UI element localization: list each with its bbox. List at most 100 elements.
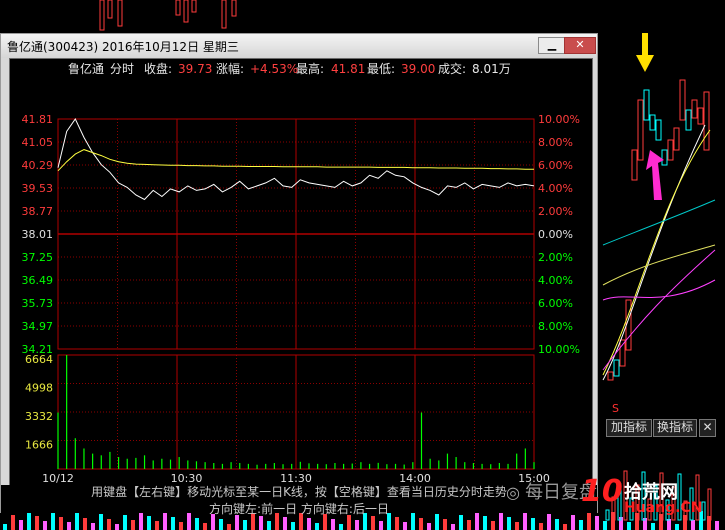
bg-volume-bar <box>627 522 631 530</box>
bg-volume-bar <box>331 519 335 530</box>
dialog-titlebar[interactable]: 鲁亿通(300423) 2016年10月12日 星期三 ▁ ✕ <box>1 34 597 58</box>
bg-volume-bar <box>483 516 487 530</box>
bg-volume-bar <box>563 524 567 530</box>
price-tick-label: 34.97 <box>22 320 54 333</box>
pct-tick-label: 8.00% <box>538 320 573 333</box>
bg-volume-bar <box>339 524 343 530</box>
price-tick-label: 41.81 <box>22 113 54 126</box>
header-high-label: 最高: <box>296 61 324 76</box>
bg-volume-bar <box>59 517 63 530</box>
intraday-chart[interactable]: 鲁亿通 分时 收盘: 39.73 涨幅: +4.53% 最高: 41.81 最低… <box>9 58 593 486</box>
bg-volume-bar <box>11 515 15 530</box>
pct-tick-label: 10.00% <box>538 113 580 126</box>
bg-volume-bar <box>603 521 607 530</box>
bg-volume-bar <box>419 518 423 530</box>
bg-volume-bar <box>179 522 183 530</box>
swap-indicator-button[interactable]: 换指标 <box>653 419 697 437</box>
bg-volume-bar <box>451 524 455 530</box>
bg-volume-bar <box>403 522 407 530</box>
header-change-label: 涨幅: <box>216 61 244 76</box>
brand-number: 10 <box>581 474 623 509</box>
bg-top-bar <box>117 0 123 27</box>
bg-candle <box>613 359 620 377</box>
pct-tick-label: 0.00% <box>538 228 573 241</box>
bg-volume-bar <box>107 519 111 530</box>
header-stock-name: 鲁亿通 <box>68 61 104 76</box>
bg-volume-bar <box>291 522 295 530</box>
close-button[interactable]: ✕ <box>564 37 596 54</box>
bg-top-bar <box>183 0 189 23</box>
add-indicator-button[interactable]: 加指标 <box>606 419 652 437</box>
price-tick-label: 36.49 <box>22 274 54 287</box>
bg-volume-bar <box>355 520 359 530</box>
brand-site: Huang.CN <box>624 500 703 516</box>
bg-volume-bar <box>235 515 239 530</box>
bg-volume-bar <box>515 522 519 530</box>
bg-volume-bar <box>19 520 23 530</box>
header-low-label: 最低: <box>367 62 395 76</box>
bg-candle <box>619 339 626 367</box>
pct-tick-label: 2.00% <box>538 205 573 218</box>
header-volume-value: 8.01万 <box>472 62 511 76</box>
pct-tick-label: 4.00% <box>538 274 573 287</box>
bg-volume-bar <box>595 516 599 530</box>
bg-top-bar <box>231 0 237 17</box>
bg-candle <box>631 149 638 181</box>
panel-close-button[interactable]: ✕ <box>699 419 716 437</box>
dialog-title: 鲁亿通(300423) 2016年10月12日 星期三 <box>7 40 239 54</box>
bg-candle <box>697 107 704 125</box>
bg-candle <box>643 89 650 121</box>
bg-volume-bar <box>467 520 471 530</box>
chart-grid <box>57 118 535 470</box>
price-tick-label: 38.01 <box>22 228 54 241</box>
magenta-arrow <box>646 150 664 200</box>
bg-volume-bar <box>315 523 319 530</box>
bg-candle <box>685 109 692 131</box>
price-tick-label: 39.53 <box>22 182 54 195</box>
bg-volume-bar <box>267 521 271 530</box>
header-close-value: 39.73 <box>178 62 212 76</box>
bg-lower-candle <box>701 501 706 521</box>
bg-volume-bar <box>459 515 463 530</box>
header-change-value: +4.53% <box>250 62 298 76</box>
bg-candle <box>691 99 698 119</box>
yellow-arrow-head <box>636 55 654 72</box>
bg-volume-bar <box>379 521 383 530</box>
bg-volume-bar <box>667 519 671 530</box>
bg-candle <box>655 119 662 141</box>
header-low-value: 39.00 <box>401 62 435 76</box>
bg-volume-bar <box>123 515 127 530</box>
bg-volume-bar <box>203 523 207 530</box>
bg-volume-bar <box>171 517 175 530</box>
price-tick-label: 38.77 <box>22 205 54 218</box>
bg-volume-bar <box>147 516 151 530</box>
price-tick-label: 40.29 <box>22 159 54 172</box>
bg-volume-bar <box>395 517 399 530</box>
price-tick-label: 35.73 <box>22 297 54 310</box>
header-mode: 分时 <box>110 62 134 76</box>
bg-volume-bar <box>283 517 287 530</box>
bg-ma-curve <box>602 279 716 301</box>
bg-top-bar <box>99 0 105 31</box>
bg-volume-bar <box>35 516 39 530</box>
bg-lower-candle <box>605 509 610 521</box>
bg-top-bar <box>191 0 197 13</box>
bg-candle <box>637 99 644 161</box>
bg-volume-bar <box>91 523 95 530</box>
bg-candle <box>667 139 674 161</box>
header-high-value: 41.81 <box>331 62 365 76</box>
minimize-button[interactable]: ▁ <box>538 37 566 54</box>
bg-volume-bar <box>67 522 71 530</box>
pct-tick-label: 6.00% <box>538 297 573 310</box>
bg-volume-bar <box>579 520 583 530</box>
bg-volume-bar <box>155 521 159 530</box>
pct-tick-label: 8.00% <box>538 136 573 149</box>
bg-volume-bar <box>443 519 447 530</box>
pct-tick-label: 6.00% <box>538 159 573 172</box>
bg-candle <box>679 79 686 121</box>
bg-candle <box>649 114 656 131</box>
bg-candle <box>673 127 680 151</box>
volume-tick-label: 1666 <box>25 439 53 452</box>
bg-volume-bar <box>243 520 247 530</box>
bg-volume-bar <box>371 516 375 530</box>
